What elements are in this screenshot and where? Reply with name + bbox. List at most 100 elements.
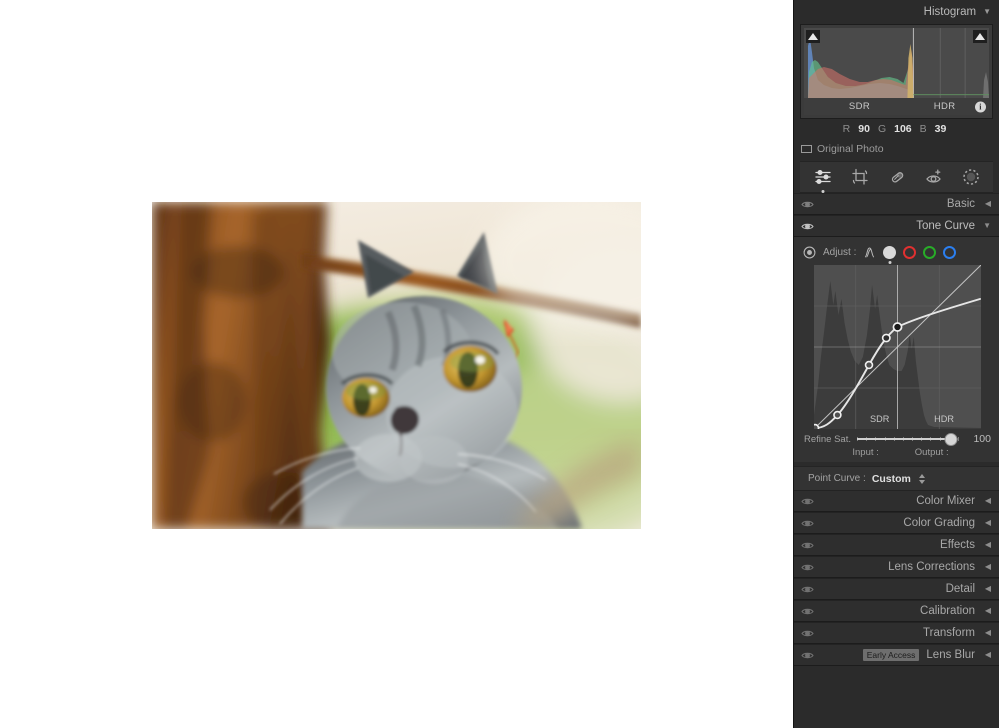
eye-icon[interactable]	[801, 649, 814, 662]
eye-icon[interactable]	[801, 220, 814, 233]
point-curve-red[interactable]	[903, 246, 916, 259]
chevron-left-icon[interactable]: ◀	[982, 200, 991, 208]
original-photo-label: Original Photo	[817, 143, 884, 155]
rgb-b-label: B	[920, 123, 927, 135]
panel-header-basic[interactable]: Basic ◀	[794, 193, 999, 215]
point-curve-blue[interactable]	[943, 246, 956, 259]
panel-title-lens-blur: Lens Blur	[926, 649, 975, 661]
histogram-plot[interactable]	[804, 28, 989, 98]
refine-sat-label: Refine Sat.	[804, 434, 851, 445]
tone-curve-plot: SDR HDR	[814, 265, 981, 429]
sdr-range-label: SDR	[804, 101, 915, 112]
stepper-updown-icon[interactable]	[919, 474, 925, 484]
panel-title-tone-curve: Tone Curve	[814, 220, 982, 232]
edit-sliders-icon[interactable]	[813, 167, 833, 187]
image-canvas[interactable]	[0, 0, 793, 728]
eye-icon[interactable]	[801, 561, 814, 574]
triangle-up-icon	[808, 33, 818, 40]
early-access-badge: Early Access	[863, 649, 920, 661]
eye-icon[interactable]	[801, 583, 814, 596]
compare-view-icon	[801, 145, 812, 153]
rgb-g-value: 106	[890, 123, 916, 135]
chevron-left-icon[interactable]: ◀	[982, 519, 991, 527]
histogram-title: Histogram	[924, 6, 976, 18]
panel-title-detail: Detail	[814, 583, 982, 595]
highlight-clipping-indicator[interactable]	[973, 30, 987, 43]
histogram-header[interactable]: Histogram ▼	[794, 0, 999, 24]
shadow-clipping-indicator[interactable]	[806, 30, 820, 43]
svg-text:SDR: SDR	[870, 414, 890, 424]
panel-header-lens-blur[interactable]: Early Access Lens Blur ◀	[794, 644, 999, 666]
masking-icon[interactable]	[961, 167, 981, 187]
input-output-row: Input : Output :	[800, 445, 993, 458]
edit-tool-strip	[800, 161, 993, 193]
point-curve-value[interactable]: Custom	[872, 473, 911, 485]
eye-icon[interactable]	[801, 627, 814, 640]
original-photo-toggle[interactable]: Original Photo	[794, 139, 999, 158]
eye-icon[interactable]	[801, 517, 814, 530]
active-tool-indicator	[821, 190, 824, 193]
panel-title-color-mixer: Color Mixer	[814, 495, 982, 507]
cat-behind-tree-photo[interactable]	[152, 202, 641, 529]
triangle-down-icon[interactable]: ▼	[983, 8, 991, 16]
svg-text:HDR: HDR	[934, 414, 954, 424]
chevron-left-icon[interactable]: ◀	[982, 607, 991, 615]
output-label: Output :	[915, 447, 949, 458]
lower-panel-list: Color Mixer ◀ Color Grading ◀ Effects ◀	[794, 490, 999, 666]
right-side-panel: Histogram ▼	[793, 0, 999, 728]
slider-fill	[857, 438, 951, 440]
adjust-label: Adjust :	[823, 247, 856, 258]
eye-icon[interactable]	[801, 605, 814, 618]
panel-title-lens-corrections: Lens Corrections	[814, 561, 982, 573]
chevron-left-icon[interactable]: ◀	[982, 541, 991, 549]
panel-title-basic: Basic	[814, 198, 982, 210]
rgb-r-value: 90	[854, 123, 874, 135]
crop-icon[interactable]	[850, 167, 870, 187]
chevron-left-icon[interactable]: ◀	[982, 563, 991, 571]
panel-header-tone-curve[interactable]: Tone Curve ▼	[794, 215, 999, 237]
tone-curve-graph[interactable]: SDR HDR	[814, 265, 981, 429]
rgb-r-label: R	[843, 123, 851, 135]
selected-channel-indicator	[888, 261, 891, 264]
point-curve-label: Point Curve :	[808, 473, 866, 484]
histogram-range-bar: SDR HDR i	[804, 98, 989, 115]
panel-header-effects[interactable]: Effects ◀	[794, 534, 999, 556]
panel-header-calibration[interactable]: Calibration ◀	[794, 600, 999, 622]
histogram-panel: SDR HDR i	[800, 24, 993, 119]
refine-saturation-row: Refine Sat. 100	[800, 429, 993, 445]
eye-icon[interactable]	[801, 198, 814, 211]
panel-header-lens-corrections[interactable]: Lens Corrections ◀	[794, 556, 999, 578]
chevron-left-icon[interactable]: ◀	[982, 497, 991, 505]
target-adjust-icon[interactable]	[803, 246, 816, 259]
point-curve-rgb[interactable]	[883, 246, 896, 259]
panel-title-calibration: Calibration	[814, 605, 982, 617]
input-label: Input :	[852, 447, 878, 458]
panel-title-color-grading: Color Grading	[814, 517, 982, 529]
lightroom-window: Histogram ▼	[0, 0, 999, 728]
panel-header-transform[interactable]: Transform ◀	[794, 622, 999, 644]
refine-sat-slider[interactable]	[857, 433, 959, 445]
panel-header-color-mixer[interactable]: Color Mixer ◀	[794, 490, 999, 512]
panel-header-detail[interactable]: Detail ◀	[794, 578, 999, 600]
point-curve-green[interactable]	[923, 246, 936, 259]
parametric-curve-icon[interactable]	[863, 246, 876, 259]
chevron-left-icon[interactable]: ◀	[982, 651, 991, 659]
refine-sat-value[interactable]: 100	[965, 433, 991, 445]
chevron-down-icon[interactable]: ▼	[982, 222, 991, 230]
rgb-readout: R 90 G 106 B 39	[794, 119, 999, 139]
eye-icon[interactable]	[801, 539, 814, 552]
eye-icon[interactable]	[801, 495, 814, 508]
chevron-left-icon[interactable]: ◀	[982, 629, 991, 637]
chevron-left-icon[interactable]: ◀	[982, 585, 991, 593]
healing-brush-icon[interactable]	[887, 167, 907, 187]
red-eye-icon[interactable]	[924, 167, 944, 187]
point-curve-row[interactable]: Point Curve : Custom	[794, 466, 999, 490]
panel-title-effects: Effects	[814, 539, 982, 551]
rgb-b-value: 39	[931, 123, 951, 135]
panel-title-transform: Transform	[814, 627, 982, 639]
rgb-g-label: G	[878, 123, 886, 135]
slider-knob[interactable]	[944, 433, 957, 446]
histogram-graph	[804, 28, 989, 98]
info-icon[interactable]: i	[975, 101, 986, 112]
panel-header-color-grading[interactable]: Color Grading ◀	[794, 512, 999, 534]
